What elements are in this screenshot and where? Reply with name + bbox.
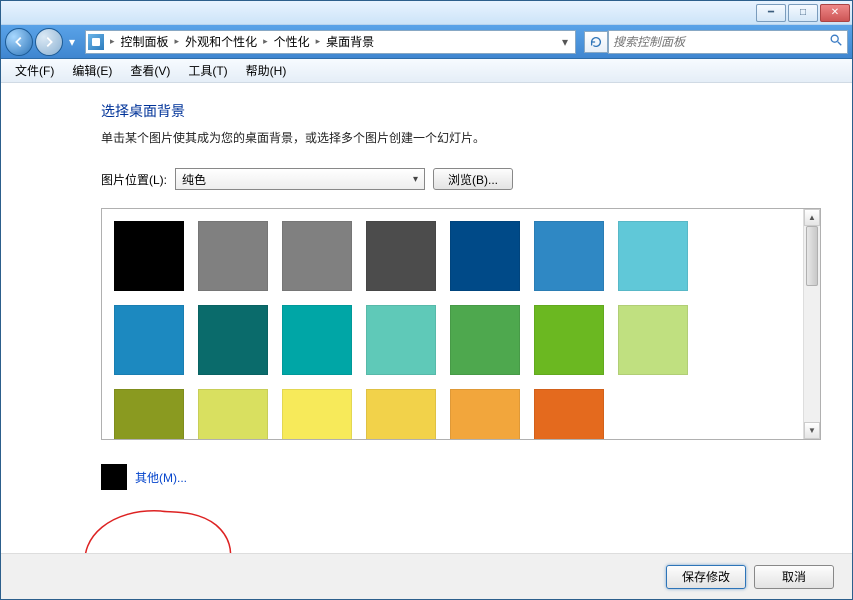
picture-location-value: 纯色 (182, 171, 206, 188)
current-color-swatch (101, 464, 127, 490)
close-button[interactable]: ✕ (820, 4, 850, 22)
page-subtext: 单击某个图片使其成为您的桌面背景，或选择多个图片创建一个幻灯片。 (101, 129, 821, 146)
color-swatch[interactable] (534, 221, 604, 291)
browse-button[interactable]: 浏览(B)... (433, 168, 513, 190)
color-swatch-panel: ▲ ▼ (101, 208, 821, 440)
color-swatch[interactable] (366, 305, 436, 375)
window: ━ □ ✕ ▾ ▸ 控制面板 ▸ 外观和个性化 ▸ 个性化 ▸ 桌面背景 ▾ (0, 0, 853, 600)
color-swatch-grid (102, 209, 803, 439)
color-swatch[interactable] (450, 389, 520, 439)
navbar: ▾ ▸ 控制面板 ▸ 外观和个性化 ▸ 个性化 ▸ 桌面背景 ▾ (1, 25, 852, 59)
menu-tools[interactable]: 工具(T) (180, 59, 235, 82)
chevron-right-icon: ▸ (261, 36, 270, 47)
color-swatch[interactable] (282, 305, 352, 375)
color-swatch[interactable] (450, 221, 520, 291)
color-swatch[interactable] (198, 221, 268, 291)
forward-button[interactable] (35, 28, 63, 56)
back-button[interactable] (5, 28, 33, 56)
titlebar: ━ □ ✕ (1, 1, 852, 25)
color-swatch[interactable] (198, 389, 268, 439)
color-swatch[interactable] (618, 221, 688, 291)
control-panel-icon (88, 34, 104, 50)
scroll-down-button[interactable]: ▼ (804, 422, 820, 439)
footer: 保存修改 取消 (1, 553, 852, 599)
menubar: 文件(F) 编辑(E) 查看(V) 工具(T) 帮助(H) (1, 59, 852, 83)
color-swatch[interactable] (114, 305, 184, 375)
scroll-up-button[interactable]: ▲ (804, 209, 820, 226)
chevron-right-icon: ▸ (314, 36, 323, 47)
minimize-button[interactable]: ━ (756, 4, 786, 22)
crumb-personalization[interactable]: 个性化 (270, 31, 314, 53)
color-swatch[interactable] (114, 389, 184, 439)
crumb-desktop-background[interactable]: 桌面背景 (322, 31, 378, 53)
crumb-appearance[interactable]: 外观和个性化 (181, 31, 261, 53)
color-swatch[interactable] (366, 389, 436, 439)
search-input[interactable] (613, 35, 829, 49)
scrollbar[interactable]: ▲ ▼ (803, 209, 820, 439)
address-dropdown[interactable]: ▾ (557, 31, 573, 53)
content-area: 选择桌面背景 单击某个图片使其成为您的桌面背景，或选择多个图片创建一个幻灯片。 … (1, 83, 852, 553)
maximize-button[interactable]: □ (788, 4, 818, 22)
crumb-control-panel[interactable]: 控制面板 (117, 31, 173, 53)
menu-help[interactable]: 帮助(H) (238, 59, 295, 82)
color-swatch[interactable] (282, 389, 352, 439)
menu-edit[interactable]: 编辑(E) (64, 59, 120, 82)
nav-history-dropdown[interactable]: ▾ (65, 28, 79, 56)
scroll-thumb[interactable] (806, 226, 818, 286)
color-swatch[interactable] (534, 305, 604, 375)
menu-view[interactable]: 查看(V) (122, 59, 178, 82)
chevron-right-icon: ▸ (108, 36, 117, 47)
picture-location-label: 图片位置(L): (101, 171, 167, 188)
scroll-track[interactable] (804, 226, 820, 422)
search-icon[interactable] (829, 33, 843, 50)
color-swatch[interactable] (282, 221, 352, 291)
menu-file[interactable]: 文件(F) (7, 59, 62, 82)
color-swatch[interactable] (198, 305, 268, 375)
picture-location-select[interactable]: 纯色 (175, 168, 425, 190)
color-swatch[interactable] (450, 305, 520, 375)
refresh-button[interactable] (584, 31, 608, 53)
chevron-right-icon: ▸ (173, 36, 182, 47)
color-swatch[interactable] (366, 221, 436, 291)
cancel-button[interactable]: 取消 (754, 565, 834, 589)
hand-drawn-annotation (71, 503, 251, 553)
color-swatch[interactable] (534, 389, 604, 439)
search-box[interactable] (608, 30, 848, 54)
other-color-link[interactable]: 其他(M)... (135, 469, 187, 486)
color-swatch[interactable] (114, 221, 184, 291)
other-color-row: 其他(M)... (101, 464, 821, 490)
address-bar[interactable]: ▸ 控制面板 ▸ 外观和个性化 ▸ 个性化 ▸ 桌面背景 ▾ (85, 30, 576, 54)
page-heading: 选择桌面背景 (101, 101, 821, 121)
picture-location-row: 图片位置(L): 纯色 浏览(B)... (101, 168, 821, 190)
color-swatch[interactable] (618, 305, 688, 375)
save-button[interactable]: 保存修改 (666, 565, 746, 589)
